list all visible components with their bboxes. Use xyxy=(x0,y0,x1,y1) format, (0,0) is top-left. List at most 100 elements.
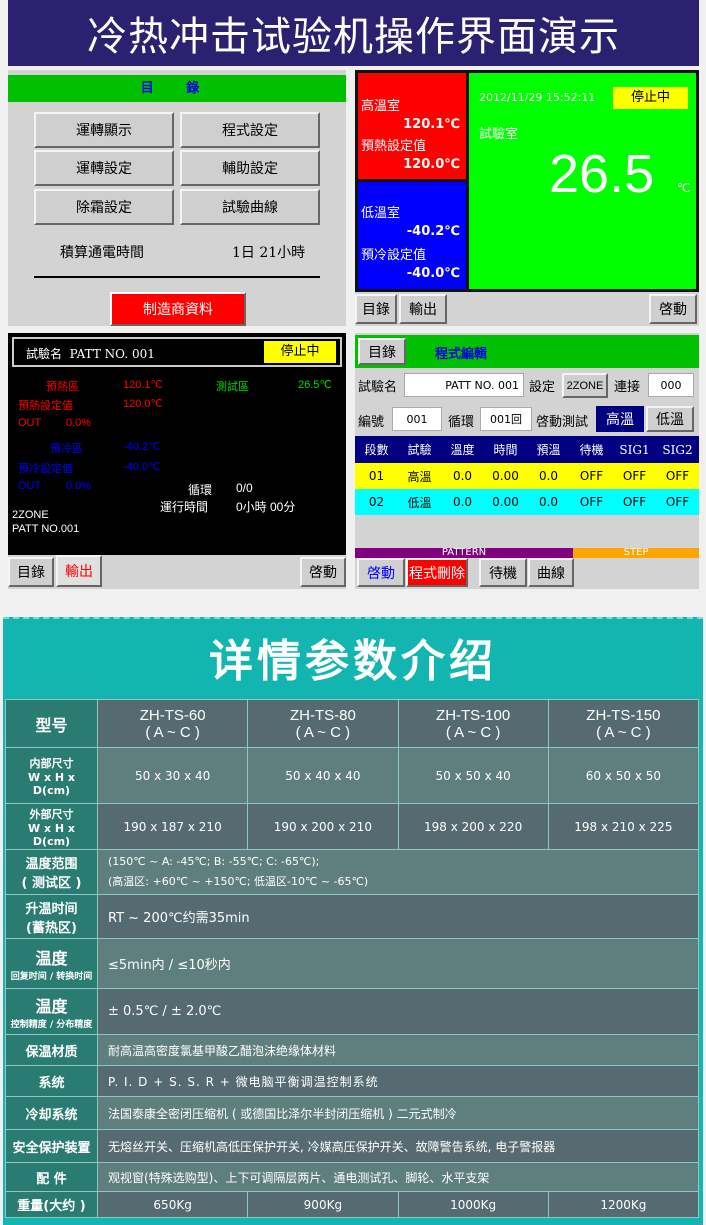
run-setting-button[interactable]: 運轉設定 xyxy=(34,150,174,186)
heatup-value: RT ~ 200℃约需35min xyxy=(97,894,699,939)
model-cell: ZH-TS-60( A ~ C ) xyxy=(96,699,249,748)
precool-zone-label: 預冷區 xyxy=(50,442,83,455)
hot-chamber-value: 120.1℃ xyxy=(403,117,460,132)
preheat-set-label: 預熱設定值 xyxy=(18,399,73,412)
heatup-label: 升温时间 (蓄热区) xyxy=(5,894,98,939)
cell: OFF xyxy=(579,495,604,509)
cell: 1000Kg xyxy=(397,1191,549,1218)
table-header: 段數 試驗 溫度 時間 預溫 待機 SIG1 SIG2 xyxy=(355,436,699,463)
cell: 900Kg xyxy=(247,1191,399,1218)
test-zone-label: 測試區 xyxy=(216,380,249,393)
auxiliary-setting-button[interactable]: 輔助設定 xyxy=(180,150,320,186)
table-row[interactable]: 02 低溫 0.0 0.00 0.0 OFF OFF OFF xyxy=(355,489,699,515)
temp-range-label: 温度范围( 测试区 ) xyxy=(5,849,98,895)
cold-chamber-value: -40.2℃ xyxy=(406,224,460,239)
test-zone-value: 26.5℃ xyxy=(298,379,332,391)
col-header: 時間 xyxy=(493,443,518,457)
test-chamber-label: 試驗室 xyxy=(479,127,519,142)
manufacturer-info-button[interactable]: 制造商資料 xyxy=(110,292,246,326)
table-row: 温度 回复时间 / 转换时间 ≤5min内 / ≤10秒内 xyxy=(5,938,699,989)
defrost-setting-button[interactable]: 除霜設定 xyxy=(34,189,174,225)
run-panel: 試驗名 PATT NO. 001 停止中 預熱區 120.1℃ 測試區 26.5… xyxy=(8,333,346,589)
menu-header: 目 錄 xyxy=(8,75,346,102)
hot-out-label: OUT xyxy=(18,417,42,429)
menu-button[interactable]: 目錄 xyxy=(355,294,397,324)
output-tab[interactable]: 輸出 xyxy=(56,555,102,587)
test-name-field[interactable]: PATT NO. 001 xyxy=(404,373,524,397)
accuracy-label: 温度 控制精度 / 分布精度 xyxy=(5,988,98,1035)
dashed-divider xyxy=(3,617,703,621)
preheat-set-value: 120.0℃ xyxy=(123,398,163,410)
cooling-label: 冷却系统 xyxy=(5,1096,98,1130)
celsius-unit: ℃ xyxy=(677,181,691,195)
zone-setting-button[interactable]: 2ZONE xyxy=(562,373,608,398)
menu-panel: 目 錄 運轉顯示 程式設定 運轉設定 輔助設定 除霜設定 試驗曲線 積算通電時間… xyxy=(8,70,346,326)
inner-size-label: 内部尺寸 W x H x D(cm) xyxy=(5,747,98,804)
output-button[interactable]: 輸出 xyxy=(399,294,447,324)
preheat-zone-label: 預熱區 xyxy=(46,380,79,393)
preheat-set-label: 預熱設定值 xyxy=(361,139,427,154)
accessories-label: 配 件 xyxy=(5,1162,98,1192)
model-cell: ZH-TS-150( A ~ C ) xyxy=(547,699,700,748)
cold-chamber: 低溫室 -40.2℃ 預冷設定值 -40.0℃ xyxy=(358,182,466,289)
safety-value: 无熔丝开关、压缩机高低压保护开关, 冷媒高压保护开关、故障警告系统, 电子警报器 xyxy=(97,1129,699,1163)
recovery-value: ≤5min内 / ≤10秒内 xyxy=(97,938,699,989)
step-bar: STEP xyxy=(573,548,699,558)
hot-chamber-label: 高溫室 xyxy=(361,99,401,114)
hot-out-value: 0.0% xyxy=(66,417,92,429)
setting-label: 設定 xyxy=(529,380,556,395)
cell: 50 x 50 x 40 xyxy=(397,747,549,804)
table-row: 配 件 观视窗(特殊选购型)、上下可调隔层两片、通电测试孔、脚轮、水平支架 xyxy=(5,1162,699,1192)
system-label: 系统 xyxy=(5,1065,98,1097)
table-row: 升温时间 (蓄热区) RT ~ 200℃约需35min xyxy=(5,894,699,939)
col-header: 待機 xyxy=(579,443,604,457)
table-row[interactable]: 01 高溫 0.0 0.00 0.0 OFF OFF OFF xyxy=(355,463,699,489)
runtime-label: 運行時間 xyxy=(160,500,209,514)
run-screen: 試驗名 PATT NO. 001 停止中 預熱區 120.1℃ 測試區 26.5… xyxy=(8,333,346,555)
datetime: 2012/11/29 15:52:11 xyxy=(479,91,596,104)
cell: OFF xyxy=(665,495,690,509)
safety-label: 安全保护装置 xyxy=(5,1129,98,1163)
menu-button[interactable]: 目錄 xyxy=(8,557,54,587)
status-badge: 停止中 xyxy=(264,341,336,363)
number-label: 編號 xyxy=(358,415,385,430)
monitor-frame: 高溫室 120.1℃ 預熱設定值 120.0℃ 低溫室 -40.2℃ 預冷設定值… xyxy=(355,70,699,292)
cell: 198 x 200 x 220 xyxy=(397,803,549,850)
cell: OFF xyxy=(622,469,647,483)
start-button[interactable]: 啓動 xyxy=(649,294,697,324)
menu-button[interactable]: 目錄 xyxy=(358,338,406,365)
pattern-bar: PATTERN xyxy=(355,548,573,558)
temp-range-value: (150℃ ~ A: -45℃; B: -55℃; C: -65℃); (高温区:… xyxy=(97,849,699,895)
cell: 高溫 xyxy=(407,469,432,484)
link-field[interactable]: 000 xyxy=(648,373,694,397)
cell: 50 x 40 x 40 xyxy=(247,747,399,804)
standby-button[interactable]: 待機 xyxy=(479,558,527,587)
cell: 0.0 xyxy=(538,495,559,509)
cell: 02 xyxy=(368,495,385,509)
start-button[interactable]: 啓動 xyxy=(357,558,405,587)
curve-button[interactable]: 曲線 xyxy=(528,558,574,587)
table-row: 型号 ZH-TS-60( A ~ C ) ZH-TS-80( A ~ C ) Z… xyxy=(5,699,700,748)
program-setting-button[interactable]: 程式設定 xyxy=(180,112,320,148)
low-temp-button[interactable]: 低溫 xyxy=(646,406,694,432)
preheat-set-value: 120.0℃ xyxy=(403,157,460,172)
precool-zone-value: -40.2℃ xyxy=(123,441,161,453)
test-curve-button[interactable]: 試驗曲線 xyxy=(180,189,320,225)
model-cell: ZH-TS-80( A ~ C ) xyxy=(247,699,399,748)
model-label: 型号 xyxy=(5,699,98,748)
system-value: P. I. D + S. S. R + 微电脑平衡调温控制系统 xyxy=(97,1065,699,1097)
delete-program-button[interactable]: 程式刪除 xyxy=(406,558,468,587)
high-temp-button[interactable]: 高溫 xyxy=(596,406,644,432)
status-badge: 停止中 xyxy=(613,87,688,109)
start-test-label: 啓動測試 xyxy=(536,415,589,430)
run-display-button[interactable]: 運轉顯示 xyxy=(34,112,174,148)
start-button[interactable]: 啓動 xyxy=(300,557,346,587)
number-field[interactable]: 001 xyxy=(392,407,442,431)
page-banner: 冷热冲击试验机操作界面演示 xyxy=(8,0,699,66)
zone-mode: 2ZONE xyxy=(12,509,49,521)
cycle-field[interactable]: 001回 xyxy=(480,407,532,431)
table-row: 系统 P. I. D + S. S. R + 微电脑平衡调温控制系统 xyxy=(5,1065,699,1097)
spec-heading: 详情参数介绍 xyxy=(209,636,497,687)
table-row: 外部尺寸 W x H x D(cm) 190 x 187 x 210 190 x … xyxy=(5,803,700,850)
col-header: 溫度 xyxy=(450,443,475,457)
